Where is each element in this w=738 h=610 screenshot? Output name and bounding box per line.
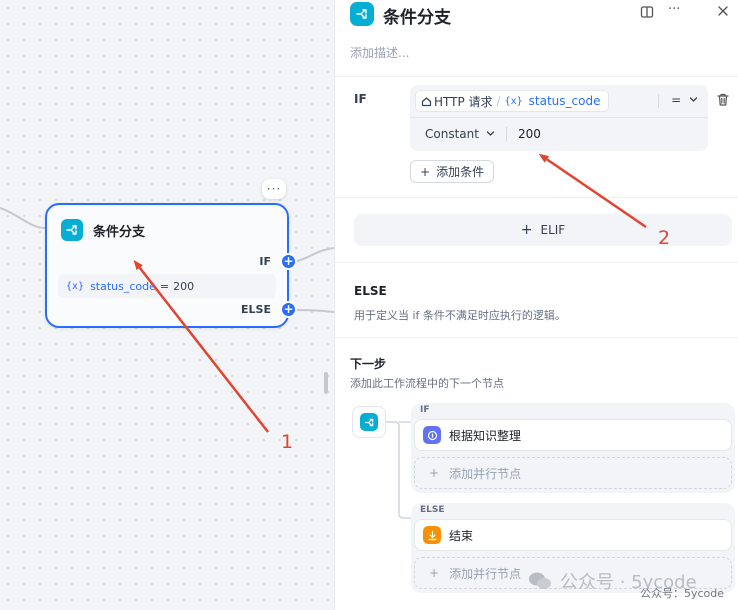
plus-icon: + xyxy=(420,164,431,179)
end-icon xyxy=(423,526,441,544)
divider xyxy=(335,337,738,338)
close-icon[interactable] xyxy=(717,5,729,21)
chevron-down-icon xyxy=(689,97,698,102)
branch-label: IF xyxy=(420,405,430,415)
else-description: 用于定义当 if 条件不满足时应执行的逻辑。 xyxy=(354,309,566,322)
plus-icon: + xyxy=(429,466,440,480)
node-condition: {x} status_code = 200 xyxy=(58,274,276,298)
divider xyxy=(335,197,738,198)
else-handle-plus-icon[interactable]: + xyxy=(280,301,297,318)
divider xyxy=(410,117,708,118)
home-icon xyxy=(421,96,432,106)
next-step-title: 下一步 xyxy=(350,357,387,371)
node-else-label: ELSE xyxy=(241,303,271,316)
add-condition-button[interactable]: + 添加条件 xyxy=(410,160,495,183)
delete-condition-icon[interactable] xyxy=(716,92,730,111)
description-input[interactable]: 添加描述... xyxy=(350,44,409,61)
panel-resize-handle[interactable] xyxy=(324,372,328,394)
next-node-label: 根据知识整理 xyxy=(449,428,522,443)
current-node-icon xyxy=(352,406,386,438)
incoming-edge xyxy=(0,207,46,229)
next-node-card[interactable]: 结束 xyxy=(414,519,732,551)
next-node-card[interactable]: 根据知识整理 xyxy=(414,419,732,451)
node-condition-value: 200 xyxy=(173,279,195,293)
condition-row: HTTP 请求 / {x} status_code = Constant xyxy=(410,85,708,151)
value-type-select[interactable]: Constant xyxy=(425,127,495,141)
branch-icon xyxy=(360,413,378,431)
workflow-canvas[interactable]: ··· 条件分支 IF {x} status_code = 200 ELSE +… xyxy=(0,0,334,610)
node-config-panel: 条件分支 ··· 添加描述... IF HTTP 请求 / {x} status… xyxy=(334,0,738,610)
split-view-icon[interactable] xyxy=(640,5,654,23)
operator-select[interactable]: = xyxy=(671,93,698,107)
if-branch-group: IF 根据知识整理 + 添加并行节点 xyxy=(411,403,735,493)
watermark-subtext: 公众号：5ycode xyxy=(640,587,725,600)
node-condition-variable: status_code xyxy=(90,279,156,293)
node-title: 条件分支 xyxy=(93,225,146,240)
source-node-name: HTTP 请求 xyxy=(434,94,493,109)
next-node-label: 结束 xyxy=(449,528,474,543)
chevron-down-icon xyxy=(486,131,494,136)
plus-icon: + xyxy=(520,222,533,238)
else-title: ELSE xyxy=(354,284,387,298)
variable-name: status_code xyxy=(528,94,601,108)
wechat-icon xyxy=(529,572,551,589)
divider xyxy=(335,76,738,77)
knowledge-icon xyxy=(423,426,441,444)
branch-label: ELSE xyxy=(420,505,445,515)
annotation-label-2: 2 xyxy=(658,227,671,249)
more-icon[interactable]: ··· xyxy=(668,2,680,17)
node-if-label: IF xyxy=(259,255,271,268)
plus-icon: + xyxy=(429,566,440,580)
node-condition-operator: = xyxy=(159,279,170,293)
if-handle-plus-icon[interactable]: + xyxy=(280,253,297,270)
divider xyxy=(506,127,507,141)
divider xyxy=(335,262,738,263)
add-parallel-node-button[interactable]: + 添加并行节点 xyxy=(414,457,732,489)
branch-icon xyxy=(61,219,83,241)
divider xyxy=(658,94,659,108)
condition-value-input[interactable] xyxy=(518,124,698,144)
condition-branch-node[interactable]: 条件分支 IF {x} status_code = 200 ELSE xyxy=(45,203,289,328)
node-more-button[interactable]: ··· xyxy=(262,179,286,199)
variable-icon: {x} xyxy=(504,95,523,107)
branch-icon xyxy=(350,2,374,26)
add-elif-button[interactable]: + ELIF xyxy=(354,214,732,246)
panel-title[interactable]: 条件分支 xyxy=(383,3,451,28)
next-step-description: 添加此工作流程中的下一个节点 xyxy=(350,377,504,390)
variable-selector[interactable]: HTTP 请求 / {x} status_code xyxy=(415,90,610,112)
if-label: IF xyxy=(354,92,367,106)
variable-icon: {x} xyxy=(66,280,85,292)
annotation-label-1: 1 xyxy=(281,431,294,453)
